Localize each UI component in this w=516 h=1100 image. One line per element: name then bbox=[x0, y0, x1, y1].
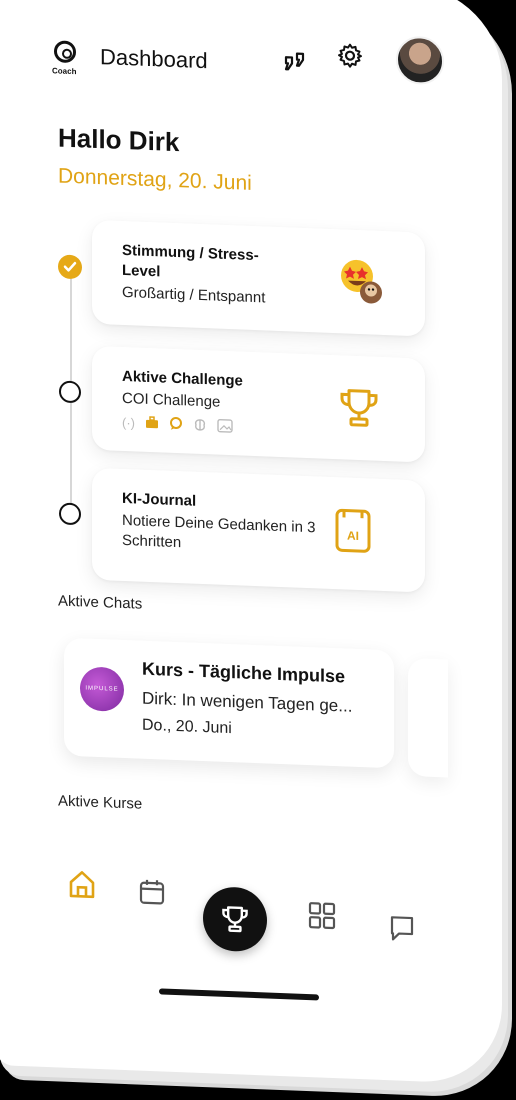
user-avatar[interactable] bbox=[396, 35, 444, 86]
timeline-open-dot bbox=[59, 502, 81, 526]
challenge-card-subtitle: COI Challenge bbox=[122, 389, 221, 411]
quote-icon[interactable] bbox=[282, 47, 310, 76]
journal-card-subtitle-line2: Schritten bbox=[122, 531, 182, 552]
home-indicator[interactable] bbox=[159, 988, 319, 1001]
signal-icon: (·) bbox=[122, 414, 135, 431]
mood-card-subtitle: Großartig / Entspannt bbox=[122, 283, 266, 307]
trophy-icon bbox=[222, 906, 248, 933]
emoji-icon bbox=[337, 255, 382, 304]
active-courses-label: Aktive Kurse bbox=[58, 792, 143, 813]
chat-avatar: IMPULSE bbox=[80, 666, 124, 712]
app-header: Coach Dashboard bbox=[0, 20, 502, 110]
journal-card-title: KI-Journal bbox=[122, 489, 197, 510]
home-icon[interactable] bbox=[64, 866, 100, 903]
active-chats-label: Aktive Chats bbox=[58, 592, 143, 613]
trophy-icon bbox=[337, 385, 381, 431]
mood-card[interactable]: Stimmung / Stress- Level Großartig / Ent… bbox=[92, 219, 425, 337]
logo-text: Coach bbox=[52, 66, 77, 77]
ai-journal-icon: AI bbox=[333, 507, 377, 553]
chat-icon bbox=[169, 416, 183, 435]
coach-logo: Coach bbox=[52, 40, 82, 85]
mood-card-title-line2: Level bbox=[122, 261, 161, 281]
journal-card[interactable]: KI-Journal Notiere Deine Gedanken in 3 S… bbox=[92, 467, 425, 593]
challenge-categories: (·) bbox=[122, 415, 233, 436]
chat-last-message: Dirk: In wenigen Tagen ge... bbox=[142, 688, 353, 716]
greeting: Hallo Dirk bbox=[58, 122, 180, 158]
briefcase-icon bbox=[145, 416, 159, 434]
chat-date: Do., 20. Juni bbox=[142, 716, 232, 738]
timeline-check-icon bbox=[58, 254, 82, 280]
phone-screen: Coach Dashboard Hallo Dirk Donnerstag, 2… bbox=[0, 0, 502, 1085]
page-title: Dashboard bbox=[100, 44, 208, 74]
timeline-open-dot bbox=[59, 380, 81, 404]
message-icon[interactable] bbox=[384, 910, 420, 947]
gear-icon[interactable] bbox=[336, 41, 364, 70]
chat-title: Kurs - Tägliche Impulse bbox=[142, 658, 346, 687]
chat-card-next[interactable] bbox=[408, 657, 448, 778]
current-date: Donnerstag, 20. Juni bbox=[58, 164, 252, 195]
image-icon bbox=[217, 418, 233, 437]
coach-logo-icon bbox=[54, 40, 76, 64]
chat-card[interactable]: IMPULSE Kurs - Tägliche Impulse Dirk: In… bbox=[64, 637, 394, 769]
challenge-card[interactable]: Aktive Challenge COI Challenge (·) bbox=[92, 345, 425, 463]
challenge-nav-button[interactable] bbox=[203, 886, 267, 953]
calendar-icon[interactable] bbox=[134, 873, 170, 910]
svg-text:AI: AI bbox=[347, 529, 359, 543]
brain-icon bbox=[193, 418, 207, 436]
chat-avatar-text: IMPULSE bbox=[85, 685, 119, 693]
challenge-card-title: Aktive Challenge bbox=[122, 367, 243, 390]
grid-icon[interactable] bbox=[304, 897, 340, 934]
